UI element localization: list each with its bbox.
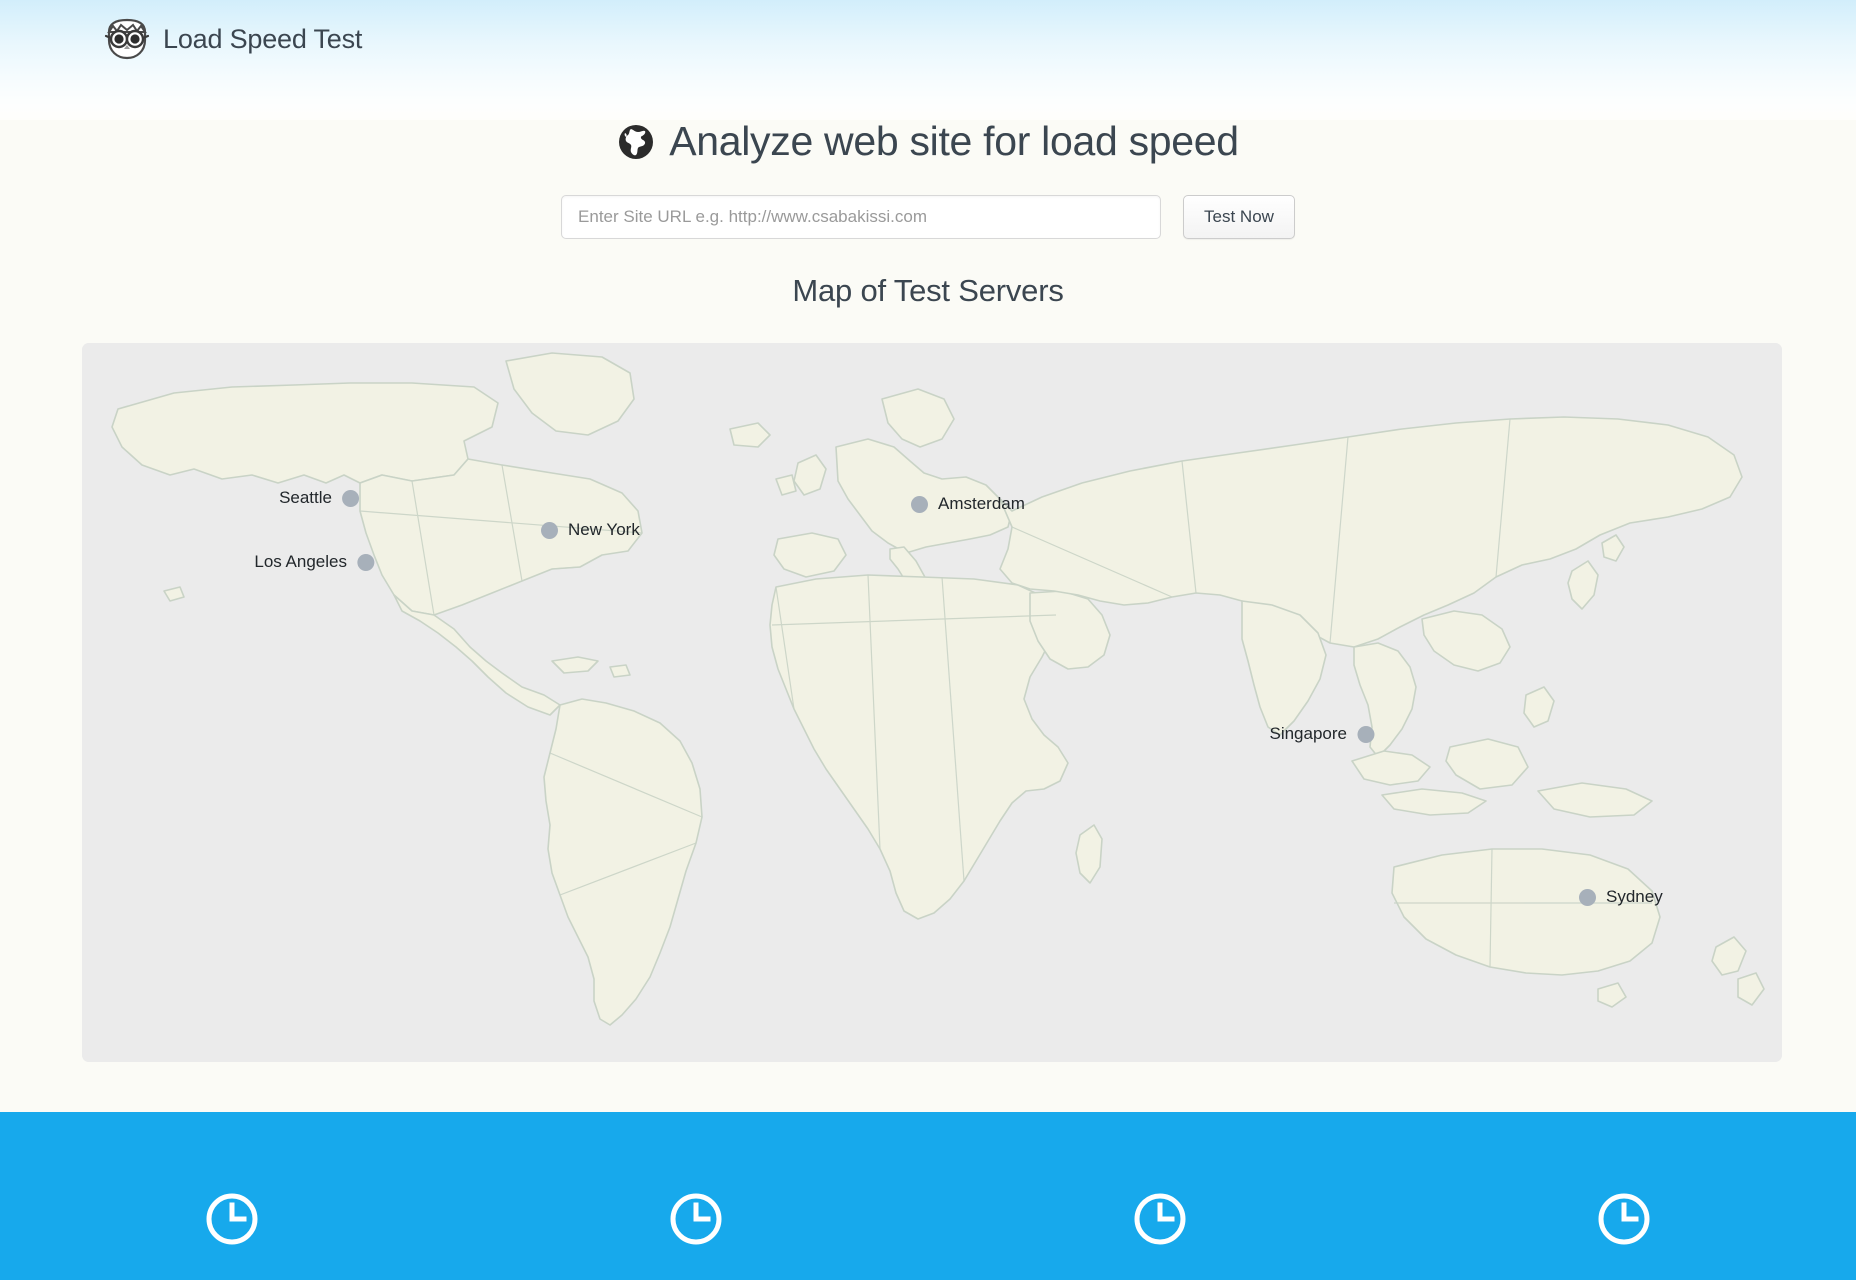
map-marker-label: Los Angeles <box>254 552 347 571</box>
map-marker-label: Seattle <box>279 488 332 507</box>
site-header: Load Speed Test <box>0 0 1856 78</box>
map-marker-label: Sydney <box>1606 887 1663 906</box>
footer-item-2[interactable] <box>464 1112 928 1280</box>
map-pin-dot-icon <box>541 521 558 539</box>
clock-icon <box>1596 1191 1652 1247</box>
globe-icon <box>617 123 655 161</box>
map-marker-label: Singapore <box>1269 724 1347 743</box>
map-section-title: Map of Test Servers <box>792 273 1064 308</box>
clock-icon <box>1132 1191 1188 1247</box>
map-marker-los-angeles[interactable]: Los Angeles <box>254 552 374 572</box>
map-marker-new-york[interactable]: New York <box>541 520 640 540</box>
clock-icon <box>204 1191 260 1247</box>
search-input[interactable] <box>561 195 1162 239</box>
hero-section: Analyze web site for load speed Test Now… <box>0 118 1856 309</box>
map-marker-singapore[interactable]: Singapore <box>1269 724 1374 744</box>
footer-items <box>0 1112 1856 1280</box>
map-marker-amsterdam[interactable]: Amsterdam <box>911 494 1025 514</box>
map-marker-seattle[interactable]: Seattle <box>279 488 359 508</box>
map-pin-dot-icon <box>357 553 374 571</box>
test-now-button[interactable]: Test Now <box>1183 195 1295 239</box>
footer-item-1[interactable] <box>0 1112 464 1280</box>
search-row: Test Now <box>0 195 1856 239</box>
site-footer <box>0 1112 1856 1280</box>
map-pin-dot-icon <box>1357 725 1374 743</box>
owl-glasses-logo-icon <box>104 18 150 60</box>
map-marker-label: Amsterdam <box>938 494 1025 513</box>
brand-link[interactable]: Load Speed Test <box>104 18 362 60</box>
page-title-text: Analyze web site for load speed <box>669 118 1239 164</box>
map-marker-sydney[interactable]: Sydney <box>1579 887 1663 907</box>
map-pin-dot-icon <box>1579 888 1596 906</box>
clock-icon <box>668 1191 724 1247</box>
footer-item-3[interactable] <box>928 1112 1392 1280</box>
page-title: Analyze web site for load speed <box>0 118 1856 165</box>
server-map-panel[interactable]: Seattle Los Angeles New York Amsterdam Singa… <box>82 343 1782 1062</box>
footer-item-4[interactable] <box>1392 1112 1856 1280</box>
page-root: Load Speed Test Analyze web site for loa… <box>0 0 1856 1280</box>
brand-name: Load Speed Test <box>163 23 363 54</box>
map-pin-dot-icon <box>342 489 359 507</box>
map-pin-dot-icon <box>911 495 928 513</box>
map-marker-label: New York <box>568 520 640 539</box>
